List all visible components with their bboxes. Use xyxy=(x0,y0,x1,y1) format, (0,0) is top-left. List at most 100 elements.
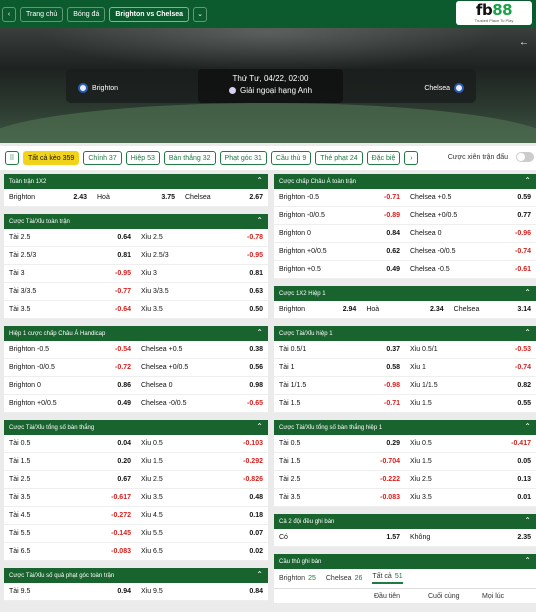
chevron-up-icon[interactable]: ⌃ xyxy=(524,176,531,185)
back-icon[interactable]: ← xyxy=(519,37,529,48)
odds-cell[interactable]: Tài 2.5/3 0.81 xyxy=(4,252,136,259)
odds-cell[interactable]: Chelsea +0/0.5 0.56 xyxy=(136,364,268,371)
odds-cell[interactable]: Chelsea -0/0.5 -0.74 xyxy=(405,248,536,255)
odds-cell[interactable]: Xỉu 0.5/1 -0.53 xyxy=(405,346,536,353)
tab-1[interactable]: Chính 37 xyxy=(83,151,122,165)
tab-0[interactable]: Tất cả kèo 359 xyxy=(23,151,80,165)
chevron-up-icon[interactable]: ⌃ xyxy=(524,516,531,525)
odds-cell[interactable]: Tài 4.5 -0.272 xyxy=(4,512,136,519)
odds-cell[interactable]: Tài 2.5 -0.222 xyxy=(274,476,405,483)
odds-cell[interactable]: Xỉu 3.5 0.50 xyxy=(136,306,268,313)
odds-cell[interactable]: Chelsea 0 0.98 xyxy=(136,382,268,389)
odds-cell[interactable]: Tài 1 0.58 xyxy=(274,364,405,371)
odds-cell[interactable]: Brighton +0/0.5 0.49 xyxy=(4,400,136,407)
odds-cell[interactable]: Tài 3.5 -0.083 xyxy=(274,494,405,501)
odds-cell[interactable]: Xỉu 3.5 0.48 xyxy=(136,494,268,501)
odds-cell[interactable]: Brighton -0.5 -0.71 xyxy=(274,194,405,201)
odds-cell[interactable]: Xỉu 2.5/3 -0.95 xyxy=(136,252,268,259)
tab-6[interactable]: Thẻ phạt 24 xyxy=(315,151,363,165)
odds-cell[interactable]: Xỉu 2.5 -0.826 xyxy=(136,476,268,483)
odds-cell[interactable]: Brighton 2.94 xyxy=(274,306,361,313)
odds-cell[interactable]: Chelsea 3.14 xyxy=(449,306,536,313)
odds-cell[interactable]: Xỉu 5.5 0.07 xyxy=(136,530,268,537)
odds-cell[interactable]: Không 2.35 xyxy=(405,534,536,541)
odds-cell[interactable]: Xỉu 3 0.81 xyxy=(136,270,268,277)
grid-icon[interactable]: ⠿ xyxy=(5,151,19,165)
odds-cell[interactable]: Brighton 0 0.86 xyxy=(4,382,136,389)
odds-cell[interactable]: Tài 3.5 -0.617 xyxy=(4,494,136,501)
tab-4[interactable]: Phạt góc 31 xyxy=(219,151,267,165)
odds-cell[interactable]: Tài 1.5 -0.71 xyxy=(274,400,405,407)
odds-cell[interactable]: Tài 6.5 -0.083 xyxy=(4,548,136,555)
odds-cell[interactable]: Brighton +0.5 0.49 xyxy=(274,266,405,273)
chevron-up-icon[interactable]: ⌃ xyxy=(524,328,531,337)
odds-cell[interactable]: Xỉu 0.5 -0.417 xyxy=(405,440,536,447)
odds-cell[interactable]: Brighton 0 0.84 xyxy=(274,230,405,237)
chevron-up-icon[interactable]: ⌃ xyxy=(524,422,531,431)
odds-cell[interactable]: Tài 9.5 0.94 xyxy=(4,588,136,595)
odds-cell[interactable]: Tài 1/1.5 -0.98 xyxy=(274,382,405,389)
odds-cell[interactable]: Xỉu 6.5 0.02 xyxy=(136,548,268,555)
nav-football[interactable]: Bóng đá xyxy=(67,6,106,22)
chevron-right-icon[interactable]: › xyxy=(404,151,419,165)
chevron-up-icon[interactable]: ⌃ xyxy=(256,216,263,225)
tab-5[interactable]: Cầu thủ 9 xyxy=(270,151,312,165)
odds-cell[interactable]: Tài 1.5 -0.704 xyxy=(274,458,405,465)
odds-cell[interactable]: Tài 3/3.5 -0.77 xyxy=(4,288,136,295)
chevron-up-icon[interactable]: ⌃ xyxy=(524,288,531,297)
odds-cell[interactable]: Tài 0.5 0.29 xyxy=(274,440,405,447)
odds-cell[interactable]: Xỉu 1 -0.74 xyxy=(405,364,536,371)
back-arrow-icon[interactable]: ‹ xyxy=(2,6,16,22)
scorer-tab-2[interactable]: Tất cả 51 xyxy=(372,573,403,584)
odds-cell[interactable]: Hoà 3.75 xyxy=(92,194,180,201)
odds-cell[interactable]: Brighton -0/0.5 -0.72 xyxy=(4,364,136,371)
scorer-tab-0[interactable]: Brighton 25 xyxy=(279,575,316,582)
odds-cell[interactable]: Tài 1.5 0.20 xyxy=(4,458,136,465)
odds-cell[interactable]: Brighton -0.5 -0.54 xyxy=(4,346,136,353)
odds-cell[interactable]: Tài 2.5 0.67 xyxy=(4,476,136,483)
odds-cell[interactable]: Brighton -0/0.5 -0.89 xyxy=(274,212,405,219)
odds-cell[interactable]: Tài 0.5/1 0.37 xyxy=(274,346,405,353)
odds-cell[interactable]: Chelsea -0.5 -0.61 xyxy=(405,266,536,273)
nav-home[interactable]: Trang chủ xyxy=(20,6,64,22)
odds-cell[interactable]: Brighton 2.43 xyxy=(4,194,92,201)
chevron-up-icon[interactable]: ⌃ xyxy=(256,422,263,431)
odds-cell[interactable]: Chelsea 0 -0.96 xyxy=(405,230,536,237)
odds-cell[interactable]: Xỉu 2.5 -0.78 xyxy=(136,234,268,241)
tab-7[interactable]: Đặc biệ xyxy=(366,151,401,165)
odds-cell[interactable]: Xỉu 3/3.5 0.63 xyxy=(136,288,268,295)
odds-cell[interactable]: Xỉu 3.5 0.01 xyxy=(405,494,536,501)
odds-cell[interactable]: Xỉu 1.5 0.05 xyxy=(405,458,536,465)
odds-cell[interactable]: Chelsea +0.5 0.38 xyxy=(136,346,268,353)
odds-cell[interactable]: Xỉu 9.5 0.84 xyxy=(136,588,268,595)
odds-cell[interactable]: Chelsea +0.5 0.59 xyxy=(405,194,536,201)
odds-cell[interactable]: Tài 3.5 -0.64 xyxy=(4,306,136,313)
site-logo[interactable]: fb88 Trusted Place To Play xyxy=(456,1,532,25)
odds-cell[interactable]: Có 1.57 xyxy=(274,534,405,541)
odds-cell[interactable]: Chelsea +0/0.5 0.77 xyxy=(405,212,536,219)
chevron-up-icon[interactable]: ⌃ xyxy=(524,556,531,565)
chevron-up-icon[interactable]: ⌃ xyxy=(256,176,263,185)
odds-cell[interactable]: Xỉu 1/1.5 0.82 xyxy=(405,382,536,389)
odds-cell[interactable]: Xỉu 4.5 0.18 xyxy=(136,512,268,519)
odds-cell[interactable]: Tài 3 -0.95 xyxy=(4,270,136,277)
odds-cell[interactable]: Xỉu 2.5 0.13 xyxy=(405,476,536,483)
tab-3[interactable]: Bàn thắng 32 xyxy=(163,151,216,165)
chevron-up-icon[interactable]: ⌃ xyxy=(256,328,263,337)
odds-cell[interactable]: Tài 5.5 -0.145 xyxy=(4,530,136,537)
odds-cell[interactable]: Xỉu 1.5 0.55 xyxy=(405,400,536,407)
odds-cell[interactable]: Xỉu 1.5 -0.292 xyxy=(136,458,268,465)
tab-2[interactable]: Hiệp 53 xyxy=(125,151,160,165)
chevron-down-icon[interactable]: ⌄ xyxy=(193,6,208,22)
odds-cell[interactable]: Brighton +0/0.5 0.62 xyxy=(274,248,405,255)
odds-cell[interactable]: Hoà 2.34 xyxy=(361,306,448,313)
odds-cell[interactable]: Chelsea 2.67 xyxy=(180,194,268,201)
parlay-toggle[interactable] xyxy=(516,152,534,162)
scorer-tab-1[interactable]: Chelsea 26 xyxy=(326,575,362,582)
odds-cell[interactable]: Xỉu 0.5 -0.103 xyxy=(136,440,268,447)
chevron-up-icon[interactable]: ⌃ xyxy=(256,570,263,579)
odds-cell[interactable]: Tài 0.5 0.04 xyxy=(4,440,136,447)
nav-match[interactable]: Brighton vs Chelsea xyxy=(109,6,190,22)
odds-cell[interactable]: Tài 2.5 0.64 xyxy=(4,234,136,241)
odds-cell[interactable]: Chelsea -0/0.5 -0.65 xyxy=(136,400,268,407)
